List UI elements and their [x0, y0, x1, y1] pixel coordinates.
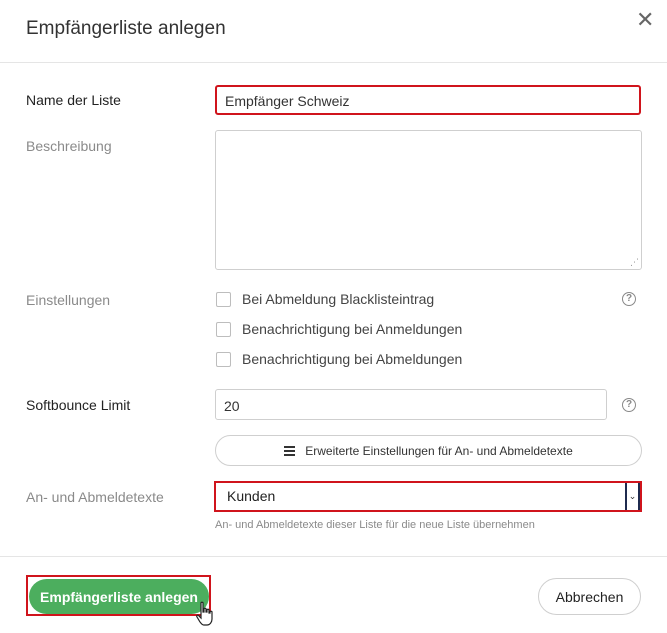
settings-help-icon[interactable]: ? — [622, 292, 636, 306]
texts-select[interactable]: Kunden ⌄ — [214, 481, 642, 512]
option-subscribe-notify-checkbox[interactable] — [216, 321, 231, 337]
option-blacklist-row[interactable]: Bei Abmeldung Blacklisteintrag — [216, 290, 434, 308]
option-subscribe-notify-row[interactable]: Benachrichtigung bei Anmeldungen — [216, 320, 462, 338]
advanced-settings-button[interactable]: Erweiterte Einstellungen für An- und Abm… — [215, 435, 642, 466]
description-label: Beschreibung — [26, 138, 112, 154]
list-name-value: Empfänger Schweiz — [225, 93, 350, 109]
advanced-settings-label: Erweiterte Einstellungen für An- und Abm… — [305, 443, 573, 458]
hand-cursor-icon — [196, 601, 213, 626]
menu-icon — [284, 444, 296, 458]
resize-handle-icon[interactable]: ⋰ — [630, 257, 639, 268]
create-list-dialog: Empfängerliste anlegen ✕ Name der Liste … — [0, 0, 667, 632]
cancel-button[interactable]: Abbrechen — [538, 578, 641, 615]
texts-label: An- und Abmeldetexte — [26, 489, 164, 505]
close-icon[interactable]: ✕ — [636, 8, 654, 32]
create-list-button-highlight: Empfängerliste anlegen — [26, 575, 211, 616]
texts-selected-value: Kunden — [227, 488, 276, 504]
description-textarea[interactable]: ⋰ — [215, 130, 642, 270]
softbounce-help-icon[interactable]: ? — [622, 398, 636, 412]
texts-hint: An- und Abmeldetexte dieser Liste für di… — [215, 519, 535, 531]
dialog-header: Empfängerliste anlegen ✕ — [0, 0, 667, 63]
option-unsubscribe-notify-row[interactable]: Benachrichtigung bei Abmeldungen — [216, 350, 462, 368]
chevron-down-icon[interactable]: ⌄ — [625, 483, 640, 510]
list-name-input[interactable]: Empfänger Schweiz — [215, 85, 641, 115]
option-unsubscribe-notify-label: Benachrichtigung bei Abmeldungen — [242, 351, 463, 367]
softbounce-input[interactable]: 20 — [215, 389, 607, 420]
option-blacklist-checkbox[interactable] — [216, 291, 231, 307]
softbounce-value: 20 — [224, 398, 240, 414]
softbounce-label: Softbounce Limit — [26, 397, 131, 413]
option-unsubscribe-notify-checkbox[interactable] — [216, 351, 231, 367]
option-subscribe-notify-label: Benachrichtigung bei Anmeldungen — [242, 321, 463, 337]
option-blacklist-label: Bei Abmeldung Blacklisteintrag — [242, 291, 435, 307]
list-name-label: Name der Liste — [26, 92, 121, 108]
create-list-button[interactable]: Empfängerliste anlegen — [29, 579, 209, 614]
dialog-title: Empfängerliste anlegen — [26, 18, 226, 39]
settings-label: Einstellungen — [26, 292, 111, 308]
